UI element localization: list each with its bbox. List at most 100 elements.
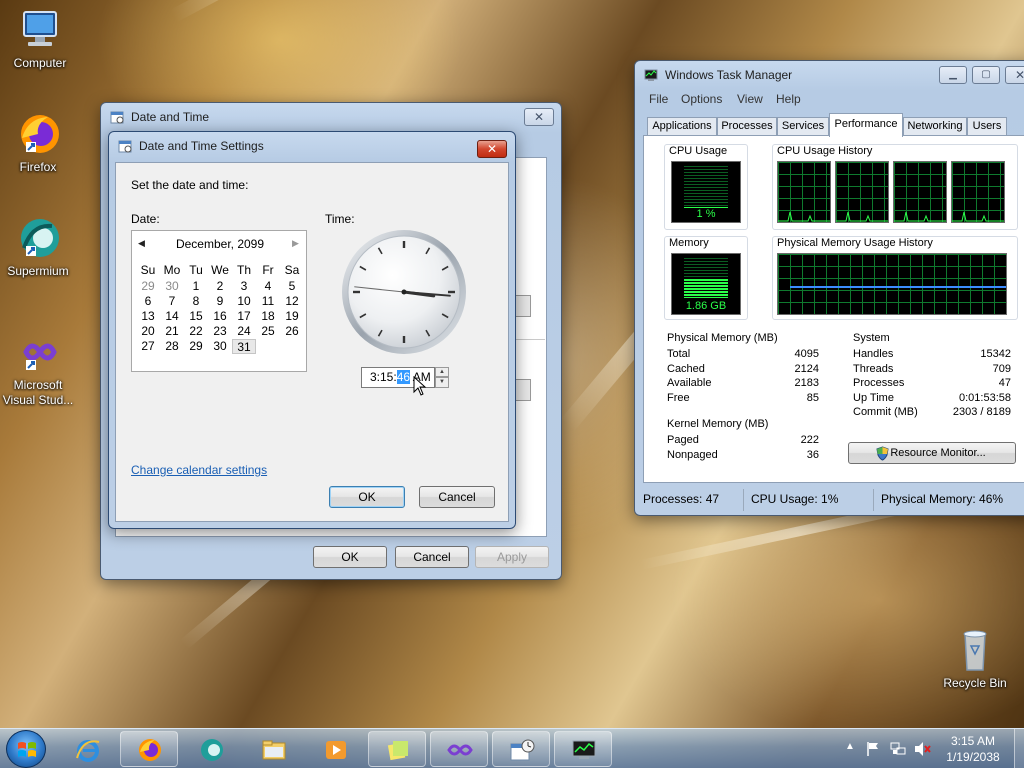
network-icon[interactable]	[890, 741, 906, 757]
calendar-day[interactable]: 11	[256, 294, 280, 309]
window-title: Windows Task Manager	[665, 68, 793, 82]
tab-networking[interactable]: Networking	[903, 117, 967, 135]
cpu-history-trace	[894, 211, 946, 222]
taskbar-visual-studio[interactable]	[430, 731, 488, 767]
calendar-day[interactable]: 25	[256, 324, 280, 339]
calendar-day[interactable]: 2	[208, 279, 232, 294]
calendar-day[interactable]: 8	[184, 294, 208, 309]
calendar-day[interactable]: 31	[232, 339, 256, 354]
stat-value: 2124	[794, 363, 819, 375]
desktop-icon-visual-studio[interactable]: Microsoft Visual Stud...	[0, 330, 76, 408]
menu-help[interactable]: Help	[776, 92, 801, 106]
menu-options[interactable]: Options	[681, 92, 722, 106]
stat-key: Nonpaged	[667, 449, 718, 461]
action-center-flag-icon[interactable]	[866, 741, 880, 757]
calendar-day[interactable]: 15	[184, 309, 208, 324]
close-button[interactable]: ✕	[524, 108, 554, 126]
calendar-day[interactable]: 29	[136, 279, 160, 294]
calendar-day[interactable]: 1	[184, 279, 208, 294]
date-and-time-titlebar[interactable]: Date and Time	[101, 103, 561, 131]
show-desktop-button[interactable]	[1014, 729, 1024, 768]
calendar-day[interactable]: 22	[184, 324, 208, 339]
calendar-day[interactable]: 30	[160, 279, 184, 294]
maximize-button[interactable]: ▢	[972, 66, 1000, 84]
calendar-day[interactable]: 29	[184, 339, 208, 354]
close-button[interactable]: ✕	[1005, 66, 1024, 84]
taskbar-internet-explorer[interactable]	[58, 731, 116, 767]
minimize-button[interactable]: ▁	[939, 66, 967, 84]
taskbar-firefox[interactable]	[120, 731, 178, 767]
cancel-button[interactable]: Cancel	[395, 546, 469, 568]
time-seconds-selected[interactable]: 46	[396, 370, 411, 384]
calendar-day[interactable]: 5	[280, 279, 304, 294]
taskbar-file-explorer[interactable]	[244, 731, 302, 767]
calendar-day[interactable]: 9	[208, 294, 232, 309]
calendar-day[interactable]: 19	[280, 309, 304, 324]
tab-performance[interactable]: Performance	[829, 113, 903, 137]
calendar-day[interactable]: 3	[232, 279, 256, 294]
calendar-day[interactable]: 26	[280, 324, 304, 339]
calendar-day[interactable]: 12	[280, 294, 304, 309]
ok-button[interactable]: OK	[313, 546, 387, 568]
calendar-day[interactable]: 18	[256, 309, 280, 324]
menu-file[interactable]: File	[649, 92, 668, 106]
taskbar-date-time[interactable]	[492, 731, 550, 767]
calendar-day[interactable]: 24	[232, 324, 256, 339]
desktop-icon-recycle-bin[interactable]: Recycle Bin	[937, 628, 1013, 691]
settings-titlebar[interactable]: Date and Time Settings	[109, 132, 515, 160]
time-spin-up[interactable]: ▲	[435, 367, 449, 377]
taskbar-task-manager[interactable]	[554, 731, 612, 767]
cpu-usage-fill	[684, 166, 728, 208]
date-time-icon	[110, 111, 124, 124]
tab-applications[interactable]: Applications	[647, 117, 717, 135]
calendar-day[interactable]: 27	[136, 339, 160, 354]
cancel-button[interactable]: Cancel	[419, 486, 495, 508]
close-button[interactable]: ✕	[477, 140, 507, 158]
calendar-day[interactable]: 16	[208, 309, 232, 324]
ok-button[interactable]: OK	[329, 486, 405, 508]
tab-users[interactable]: Users	[967, 117, 1007, 135]
taskbar-sticky-notes[interactable]	[368, 731, 426, 767]
memory-history-label: Physical Memory Usage History	[777, 237, 933, 249]
calendar-day[interactable]: 6	[136, 294, 160, 309]
settings-content: Set the date and time: Date: Time: ◀ Dec…	[115, 162, 509, 522]
kernel-memory-box: Kernel Memory (MB) Paged 222 Nonpaged 36	[664, 416, 828, 466]
tab-services[interactable]: Services	[777, 117, 829, 135]
calendar-day[interactable]: 4	[256, 279, 280, 294]
calendar-weekday: Fr	[262, 263, 274, 277]
volume-muted-icon[interactable]	[914, 741, 932, 757]
taskbar-media-player[interactable]	[306, 731, 364, 767]
calendar-day[interactable]: 20	[136, 324, 160, 339]
system-box: System Handles 15342 Threads 709 Processes…	[850, 330, 1020, 426]
system-title: System	[853, 332, 890, 344]
change-calendar-settings-link[interactable]: Change calendar settings	[131, 463, 267, 477]
apply-button[interactable]: Apply	[475, 546, 549, 568]
time-spin-down[interactable]: ▼	[435, 377, 449, 388]
desktop-icon-supermium[interactable]: Supermium	[0, 216, 76, 279]
calendar-day[interactable]: 7	[160, 294, 184, 309]
calendar-day[interactable]: 10	[232, 294, 256, 309]
cpu-history-label: CPU Usage History	[777, 145, 873, 157]
calendar-day[interactable]: 21	[160, 324, 184, 339]
time-label: Time:	[325, 212, 355, 226]
tray-overflow-icon[interactable]: ▲	[845, 741, 855, 752]
memory-history-graph	[777, 253, 1007, 315]
calendar-day[interactable]: 13	[136, 309, 160, 324]
calendar-day[interactable]: 28	[160, 339, 184, 354]
desktop-icon-computer[interactable]: Computer	[2, 8, 78, 71]
stat-key: Threads	[853, 363, 894, 375]
taskbar-clock[interactable]: 3:15 AM 1/19/2038	[938, 733, 1008, 765]
stat-key: Paged	[667, 434, 699, 446]
windows-logo-icon	[18, 742, 36, 757]
time-hours-minutes[interactable]: 3:15:	[370, 370, 397, 384]
taskbar-supermium[interactable]	[182, 731, 240, 767]
resource-monitor-button[interactable]: Resource Monitor...	[848, 442, 1016, 464]
menu-view[interactable]: View	[737, 92, 763, 106]
start-button[interactable]	[6, 730, 46, 768]
calendar-day[interactable]: 17	[232, 309, 256, 324]
desktop-icon-firefox[interactable]: Firefox	[0, 112, 76, 175]
calendar-day[interactable]: 30	[208, 339, 232, 354]
tab-processes[interactable]: Processes	[717, 117, 777, 135]
calendar-day[interactable]: 14	[160, 309, 184, 324]
calendar-day[interactable]: 23	[208, 324, 232, 339]
